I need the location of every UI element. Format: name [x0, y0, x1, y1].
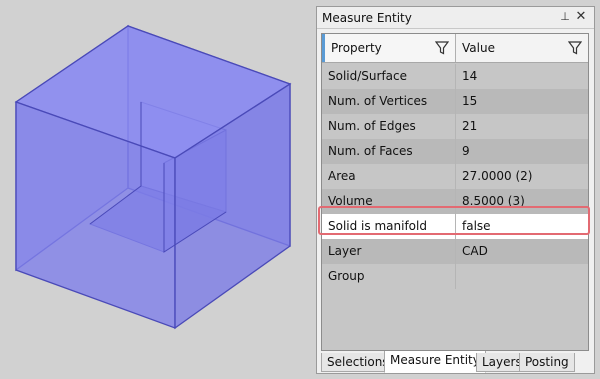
row-property: Num. of Faces [322, 139, 456, 164]
row-value: 8.5000 (3) [462, 194, 525, 208]
table-row[interactable]: Solid/Surface 14 [322, 64, 588, 89]
row-property: Num. of Vertices [322, 89, 456, 114]
table-row[interactable]: Num. of Edges 21 [322, 114, 588, 139]
row-property: Num. of Edges [322, 114, 456, 139]
row-value: 27.0000 (2) [462, 169, 533, 183]
table-row[interactable]: Group [322, 264, 588, 289]
row-property: Group [322, 264, 456, 289]
cube-model[interactable] [0, 0, 312, 379]
table-row[interactable]: Num. of Faces 9 [322, 139, 588, 164]
row-property: Volume [322, 189, 456, 214]
column-header-value[interactable]: Value [456, 34, 588, 62]
tab-measure-entity[interactable]: Measure Entity [384, 351, 486, 373]
row-value: CAD [462, 244, 488, 258]
filter-icon[interactable] [568, 41, 582, 55]
table-row[interactable]: Num. of Vertices 15 [322, 89, 588, 114]
3d-viewport[interactable] [0, 0, 312, 379]
table-row[interactable]: Layer CAD [322, 239, 588, 264]
filter-icon[interactable] [435, 41, 449, 55]
row-value: 9 [462, 144, 470, 158]
column-header-property[interactable]: Property [322, 34, 456, 62]
property-grid[interactable]: Property Value Solid/Surface 14 Num. of … [321, 33, 589, 351]
row-property: Solid is manifold [322, 214, 456, 239]
panel-title: Measure Entity [322, 10, 412, 25]
row-value: 14 [462, 69, 478, 83]
panel-tabs: Selections Measure Entity Layers Posting [321, 351, 594, 373]
measure-entity-panel: Measure Entity ⊥ ✕ Property Value Solid/… [316, 6, 595, 374]
row-property: Area [322, 164, 456, 189]
row-property: Layer [322, 239, 456, 264]
grid-header: Property Value [322, 34, 588, 63]
row-value [456, 264, 588, 289]
tab-posting[interactable]: Posting [519, 353, 575, 372]
row-value: 21 [462, 119, 478, 133]
row-value: 15 [462, 94, 478, 108]
column-header-property-label: Property [331, 41, 382, 55]
close-icon[interactable]: ✕ [574, 10, 588, 24]
table-row[interactable]: Area 27.0000 (2) [322, 164, 588, 189]
panel-title-bar[interactable]: Measure Entity ⊥ ✕ [317, 7, 594, 29]
row-value: false [462, 219, 491, 233]
pin-icon[interactable]: ⊥ [558, 10, 572, 24]
row-property: Solid/Surface [322, 64, 456, 89]
column-header-value-label: Value [462, 41, 495, 55]
table-row-selected[interactable]: Solid is manifold false [322, 214, 588, 239]
table-row[interactable]: Volume 8.5000 (3) [322, 189, 588, 214]
